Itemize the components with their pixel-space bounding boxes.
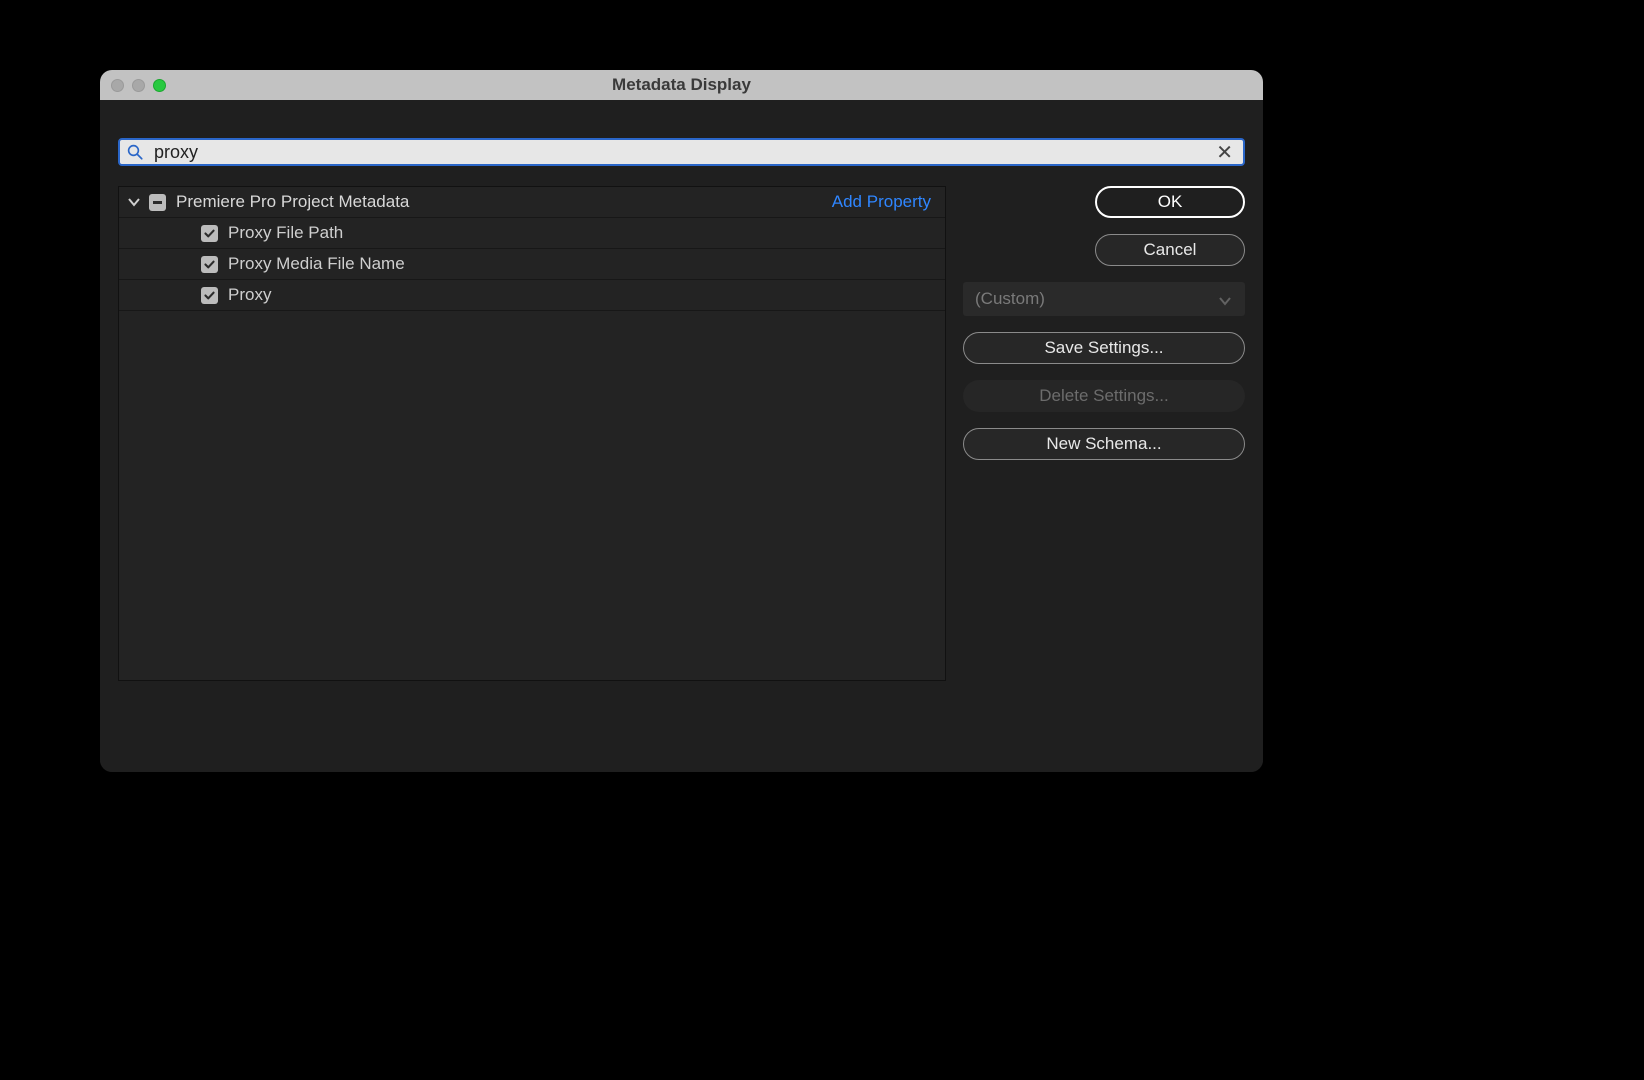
chevron-down-icon [1219,292,1233,306]
cancel-button[interactable]: Cancel [1095,234,1245,266]
item-checkbox[interactable] [201,287,218,304]
window-title: Metadata Display [100,75,1263,95]
search-input[interactable] [154,142,1212,163]
item-label: Proxy Media File Name [228,254,405,274]
group-label: Premiere Pro Project Metadata [176,192,409,212]
item-checkbox[interactable] [201,256,218,273]
tree-item-row[interactable]: Proxy Media File Name [119,249,945,280]
group-mixed-checkbox[interactable] [149,194,166,211]
metadata-tree: Premiere Pro Project Metadata Add Proper… [118,186,946,681]
clear-search-button[interactable]: ✕ [1212,140,1237,165]
item-checkbox[interactable] [201,225,218,242]
preset-selected-label: (Custom) [975,289,1045,309]
tree-item-row[interactable]: Proxy [119,280,945,311]
disclosure-triangle-icon[interactable] [127,195,141,209]
item-label: Proxy [228,285,271,305]
titlebar: Metadata Display [100,70,1263,100]
new-schema-button[interactable]: New Schema... [963,428,1245,460]
tree-item-row[interactable]: Proxy File Path [119,218,945,249]
metadata-display-dialog: Metadata Display ✕ Premiere Pro Project … [100,70,1263,772]
save-settings-button[interactable]: Save Settings... [963,332,1245,364]
side-buttons: OK Cancel (Custom) Save Settings... Dele… [963,186,1245,460]
ok-button[interactable]: OK [1095,186,1245,218]
dialog-body: ✕ Premiere Pro Project Metadata Add Prop… [100,100,1263,772]
tree-group-row[interactable]: Premiere Pro Project Metadata Add Proper… [119,187,945,218]
search-box: ✕ [118,138,1245,166]
add-property-link[interactable]: Add Property [832,192,931,212]
delete-settings-button: Delete Settings... [963,380,1245,412]
search-icon [126,143,144,161]
preset-select[interactable]: (Custom) [963,282,1245,316]
item-label: Proxy File Path [228,223,343,243]
search-wrap: ✕ [118,138,1245,166]
